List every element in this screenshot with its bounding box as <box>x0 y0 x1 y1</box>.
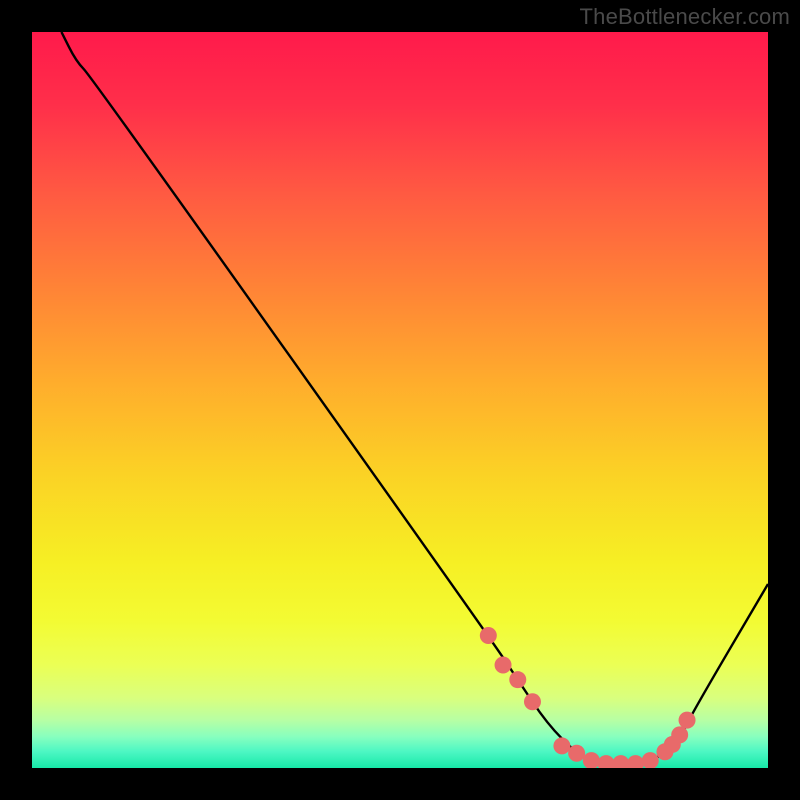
data-point <box>480 627 497 644</box>
plot-area <box>32 32 768 768</box>
data-point <box>495 656 512 673</box>
bottleneck-chart <box>32 32 768 768</box>
data-point <box>679 712 696 729</box>
data-point <box>671 726 688 743</box>
data-point <box>524 693 541 710</box>
data-point <box>509 671 526 688</box>
gradient-background <box>32 32 768 768</box>
data-point <box>553 737 570 754</box>
data-point <box>568 745 585 762</box>
chart-frame: TheBottlenecker.com <box>0 0 800 800</box>
attribution-label: TheBottlenecker.com <box>580 4 790 30</box>
